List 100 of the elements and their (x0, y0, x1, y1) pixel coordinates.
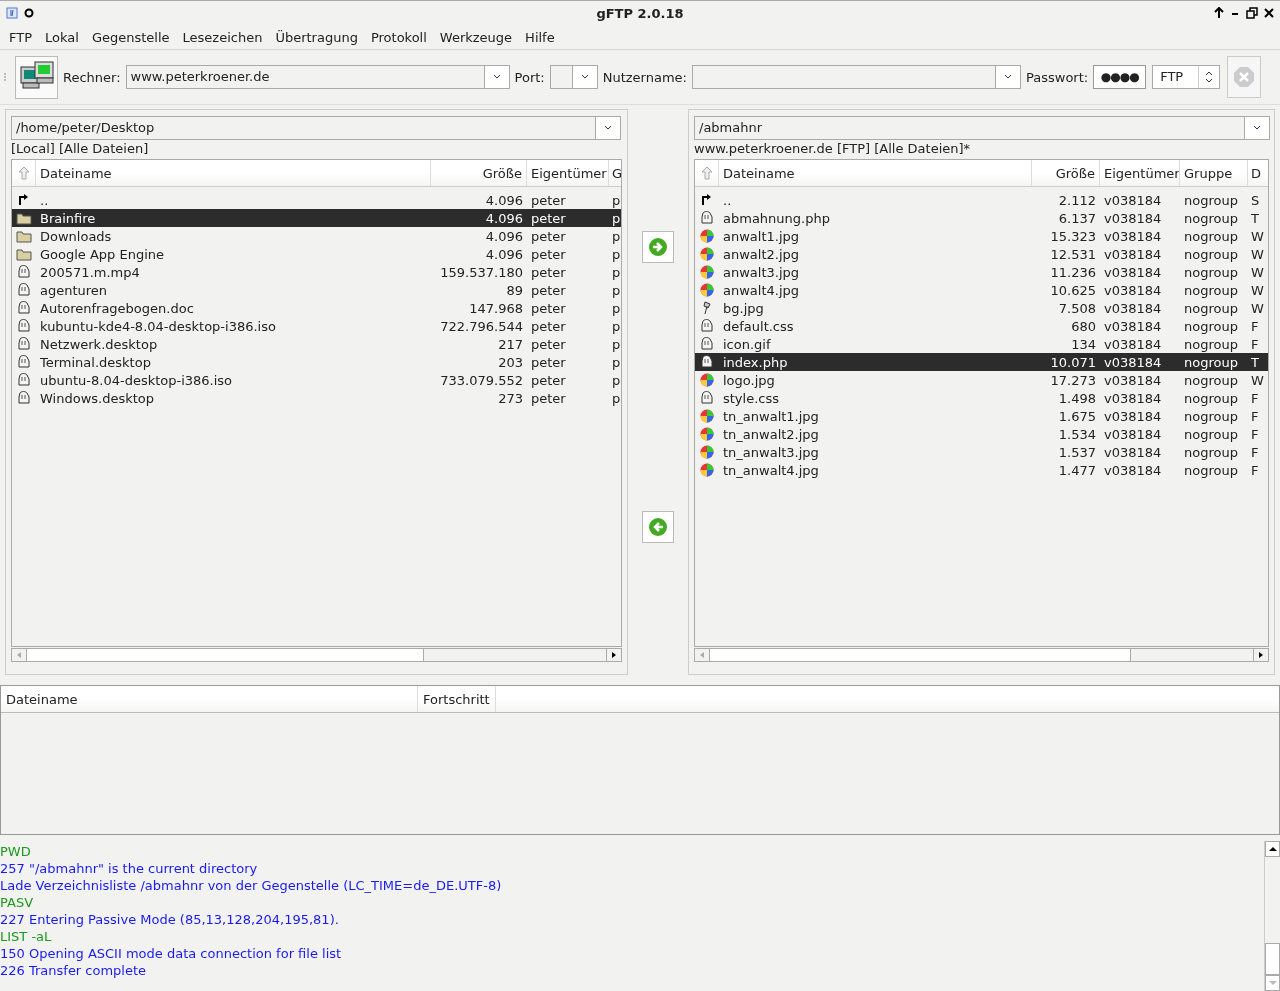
close-icon[interactable] (1264, 7, 1274, 19)
file-row[interactable]: tn_anwalt2.jpg 1.534 v038184 nogroup F (695, 425, 1268, 443)
file-row[interactable]: anwalt3.jpg 11.236 v038184 nogroup W (695, 263, 1268, 281)
file-row[interactable]: .. 2.112 v038184 nogroup S (695, 191, 1268, 209)
column-header[interactable]: Gruppe (1180, 160, 1248, 186)
horizontal-scrollbar[interactable] (694, 648, 1269, 662)
image-file-icon (699, 372, 715, 388)
file-row[interactable]: .. 4.096 peter p (12, 191, 621, 209)
username-label: Nutzername: (602, 69, 687, 85)
table-cell-text: anwalt2.jpg (722, 246, 801, 262)
file-row[interactable]: anwalt4.jpg 10.625 v038184 nogroup W (695, 281, 1268, 299)
pin-icon[interactable] (24, 8, 34, 18)
table-cell-text: peter (530, 192, 567, 208)
column-header[interactable]: Dateiname (1, 686, 418, 712)
upload-button[interactable] (642, 231, 674, 263)
file-row[interactable]: anwalt2.jpg 12.531 v038184 nogroup W (695, 245, 1268, 263)
menu-item[interactable]: Übertragung (269, 29, 364, 45)
file-row[interactable]: agenturen 89 peter p (12, 281, 621, 299)
file-row[interactable]: 200571.m.mp4 159.537.180 peter p (12, 263, 621, 281)
menu-item[interactable]: Hilfe (519, 29, 561, 45)
column-header[interactable]: Fortschritt (418, 686, 496, 712)
image-file-icon (699, 462, 715, 478)
file-row[interactable]: default.css 680 v038184 nogroup F (695, 317, 1268, 335)
table-cell-text: v038184 (1103, 264, 1163, 280)
protocol-spinner[interactable]: FTP (1152, 65, 1221, 89)
column-header[interactable]: Dateiname (719, 160, 1032, 186)
table-cell-text: F (1250, 318, 1260, 334)
column-header[interactable]: Größe (431, 160, 527, 186)
file-row[interactable]: tn_anwalt1.jpg 1.675 v038184 nogroup F (695, 407, 1268, 425)
left-arrow-icon (698, 651, 706, 659)
port-field[interactable] (549, 65, 598, 89)
file-row[interactable]: ubuntu-8.04-desktop-i386.iso 733.079.552 peter p (12, 371, 621, 389)
table-cell-text: nogroup (1183, 354, 1239, 370)
connect-button[interactable] (15, 55, 58, 99)
column-header[interactable]: Eigentümer (1100, 160, 1180, 186)
file-row[interactable]: Autorenfragebogen.doc 147.968 peter p (12, 299, 621, 317)
table-cell-text: nogroup (1183, 390, 1239, 406)
file-row[interactable]: style.css 1.498 v038184 nogroup F (695, 389, 1268, 407)
table-cell-text: nogroup (1183, 444, 1239, 460)
file-row[interactable]: Windows.desktop 273 peter p (12, 389, 621, 407)
menu-item[interactable]: Werkzeuge (433, 29, 519, 45)
file-row[interactable]: anwalt1.jpg 15.323 v038184 nogroup W (695, 227, 1268, 245)
keep-above-icon[interactable] (1214, 7, 1224, 19)
file-row[interactable]: Brainfire 4.096 peter p (12, 209, 621, 227)
file-row[interactable]: Terminal.desktop 203 peter p (12, 353, 621, 371)
menu-item[interactable]: Lesezeichen (176, 29, 269, 45)
table-cell-text: tn_anwalt1.jpg (722, 408, 820, 424)
sort-icon[interactable] (699, 165, 714, 181)
table-cell-text: peter (530, 210, 567, 226)
file-row[interactable]: Netzwerk.desktop 217 peter p (12, 335, 621, 353)
file-row[interactable]: index.php 10.071 v038184 nogroup T (695, 353, 1268, 371)
spin-arrows-icon (1205, 70, 1214, 84)
file-row[interactable]: bg.jpg 7.508 v038184 nogroup W (695, 299, 1268, 317)
table-cell-text: kubuntu-kde4-8.04-desktop-i386.iso (39, 318, 277, 334)
host-field[interactable]: www.peterkroener.de (125, 65, 510, 89)
menu-item[interactable]: FTP (3, 29, 39, 45)
column-header[interactable]: G (609, 160, 621, 186)
table-cell-text: v038184 (1103, 354, 1163, 370)
file-icon (16, 300, 32, 316)
table-cell-text: 15.323 (1049, 228, 1097, 244)
file-row[interactable]: logo.jpg 17.273 v038184 nogroup W (695, 371, 1268, 389)
table-cell-text: v038184 (1103, 426, 1163, 442)
restore-icon[interactable] (1246, 7, 1258, 19)
sort-icon[interactable] (16, 165, 31, 181)
toolbar-handle[interactable] (3, 72, 7, 82)
table-cell-text: .. (39, 192, 50, 208)
file-row[interactable]: Downloads 4.096 peter p (12, 227, 621, 245)
file-row[interactable]: abmahnung.php 6.137 v038184 nogroup T (695, 209, 1268, 227)
scroll-thumb[interactable] (1265, 943, 1280, 975)
table-cell-text: anwalt1.jpg (722, 228, 801, 244)
file-icon (699, 354, 715, 370)
vertical-scrollbar[interactable] (1264, 841, 1280, 991)
column-header[interactable]: Eigentümer (527, 160, 609, 186)
username-field[interactable] (692, 65, 1021, 89)
file-row[interactable]: kubuntu-kde4-8.04-desktop-i386.iso 722.796.544 peter p (12, 317, 621, 335)
column-header[interactable]: Dateiname (36, 160, 431, 186)
folder-icon (16, 210, 32, 226)
table-cell-text: 11.236 (1049, 264, 1097, 280)
window-title: gFTP 2.0.18 (596, 5, 684, 21)
menu-item[interactable]: Protokoll (364, 29, 433, 45)
password-label: Passwort: (1026, 69, 1089, 85)
password-field[interactable]: ●●●● (1093, 65, 1147, 89)
file-row[interactable]: tn_anwalt4.jpg 1.477 v038184 nogroup F (695, 461, 1268, 479)
path-field[interactable]: /home/peter/Desktop (11, 116, 621, 140)
file-row[interactable]: icon.gif 134 v038184 nogroup F (695, 335, 1268, 353)
menu-item[interactable]: Gegenstelle (85, 29, 176, 45)
download-button[interactable] (642, 511, 674, 543)
column-header[interactable]: D (1248, 160, 1268, 186)
table-cell-text: 203 (497, 354, 524, 370)
table-cell-text: abmahnung.php (722, 210, 831, 226)
file-row[interactable]: Google App Engine 4.096 peter p (12, 245, 621, 263)
file-icon (16, 336, 32, 352)
down-arrow-icon (1267, 979, 1278, 987)
log-line: LIST -aL (0, 928, 53, 945)
column-header[interactable]: Größe (1032, 160, 1100, 186)
horizontal-scrollbar[interactable] (11, 648, 622, 662)
table-cell-text: 147.968 (468, 300, 524, 316)
path-field[interactable]: /abmahnr (694, 116, 1270, 140)
menu-item[interactable]: Lokal (39, 29, 85, 45)
file-row[interactable]: tn_anwalt3.jpg 1.537 v038184 nogroup F (695, 443, 1268, 461)
